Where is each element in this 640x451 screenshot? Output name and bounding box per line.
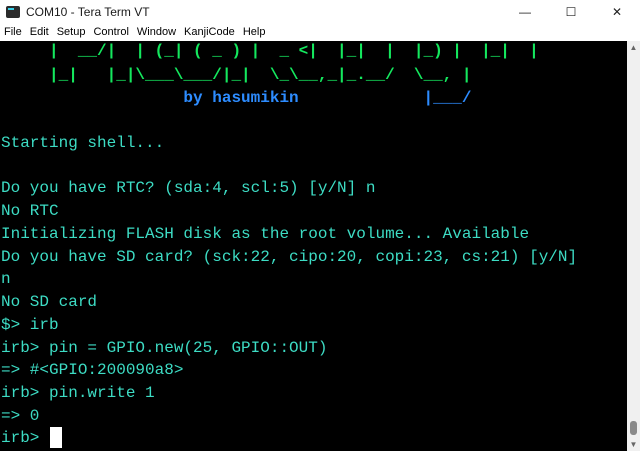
- terminal-icon: [6, 6, 20, 18]
- menu-file[interactable]: File: [0, 24, 26, 41]
- menu-kanjicode[interactable]: KanjiCode: [180, 24, 239, 41]
- menu-help[interactable]: Help: [239, 24, 270, 41]
- terminal-line: Initializing FLASH disk as the root volu…: [1, 225, 530, 243]
- terminal-prompt: irb>: [1, 429, 50, 447]
- minimize-button[interactable]: —: [502, 0, 548, 24]
- vertical-scrollbar[interactable]: ▲ ▼: [627, 41, 640, 451]
- banner-line: | __/| | (_| ( _ ) | _ <| |_| | |_) | |_…: [1, 42, 539, 60]
- scroll-up-icon[interactable]: ▲: [627, 41, 640, 54]
- terminal-line: irb> pin.write 1: [1, 384, 155, 402]
- terminal-line: $> irb: [1, 316, 59, 334]
- menu-edit[interactable]: Edit: [26, 24, 53, 41]
- terminal-line: Do you have RTC? (sda:4, scl:5) [y/N] n: [1, 179, 376, 197]
- menu-setup[interactable]: Setup: [53, 24, 90, 41]
- text-cursor: [50, 427, 62, 448]
- terminal-line: => #<GPIO:200090a8>: [1, 361, 184, 379]
- byline: by hasumikin |___/: [1, 89, 472, 107]
- terminal-line: => 0: [1, 407, 40, 425]
- terminal-line: No SD card: [1, 293, 98, 311]
- menu-control[interactable]: Control: [89, 24, 132, 41]
- terminal-line: irb> pin = GPIO.new(25, GPIO::OUT): [1, 339, 328, 357]
- terminal-line: No RTC: [1, 202, 59, 220]
- scrollbar-thumb[interactable]: [630, 421, 637, 435]
- title-bar[interactable]: COM10 - Tera Term VT — ☐ ✕: [0, 0, 640, 24]
- window-controls: — ☐ ✕: [502, 0, 640, 24]
- terminal-line: Do you have SD card? (sck:22, cipo:20, c…: [1, 248, 578, 266]
- terminal-screen[interactable]: | __/| | (_| ( _ ) | _ <| |_| | |_) | |_…: [0, 41, 627, 451]
- terminal-line: Starting shell...: [1, 134, 165, 152]
- banner-line: |_| |_|\___\___/|_| \_\__,_|_.__/ \__, |: [1, 66, 472, 84]
- window-title: COM10 - Tera Term VT: [26, 5, 150, 19]
- terminal-line: n: [1, 270, 11, 288]
- close-button[interactable]: ✕: [594, 0, 640, 24]
- maximize-button[interactable]: ☐: [548, 0, 594, 24]
- menu-window[interactable]: Window: [133, 24, 180, 41]
- scroll-down-icon[interactable]: ▼: [627, 438, 640, 451]
- menu-bar: File Edit Setup Control Window KanjiCode…: [0, 24, 640, 41]
